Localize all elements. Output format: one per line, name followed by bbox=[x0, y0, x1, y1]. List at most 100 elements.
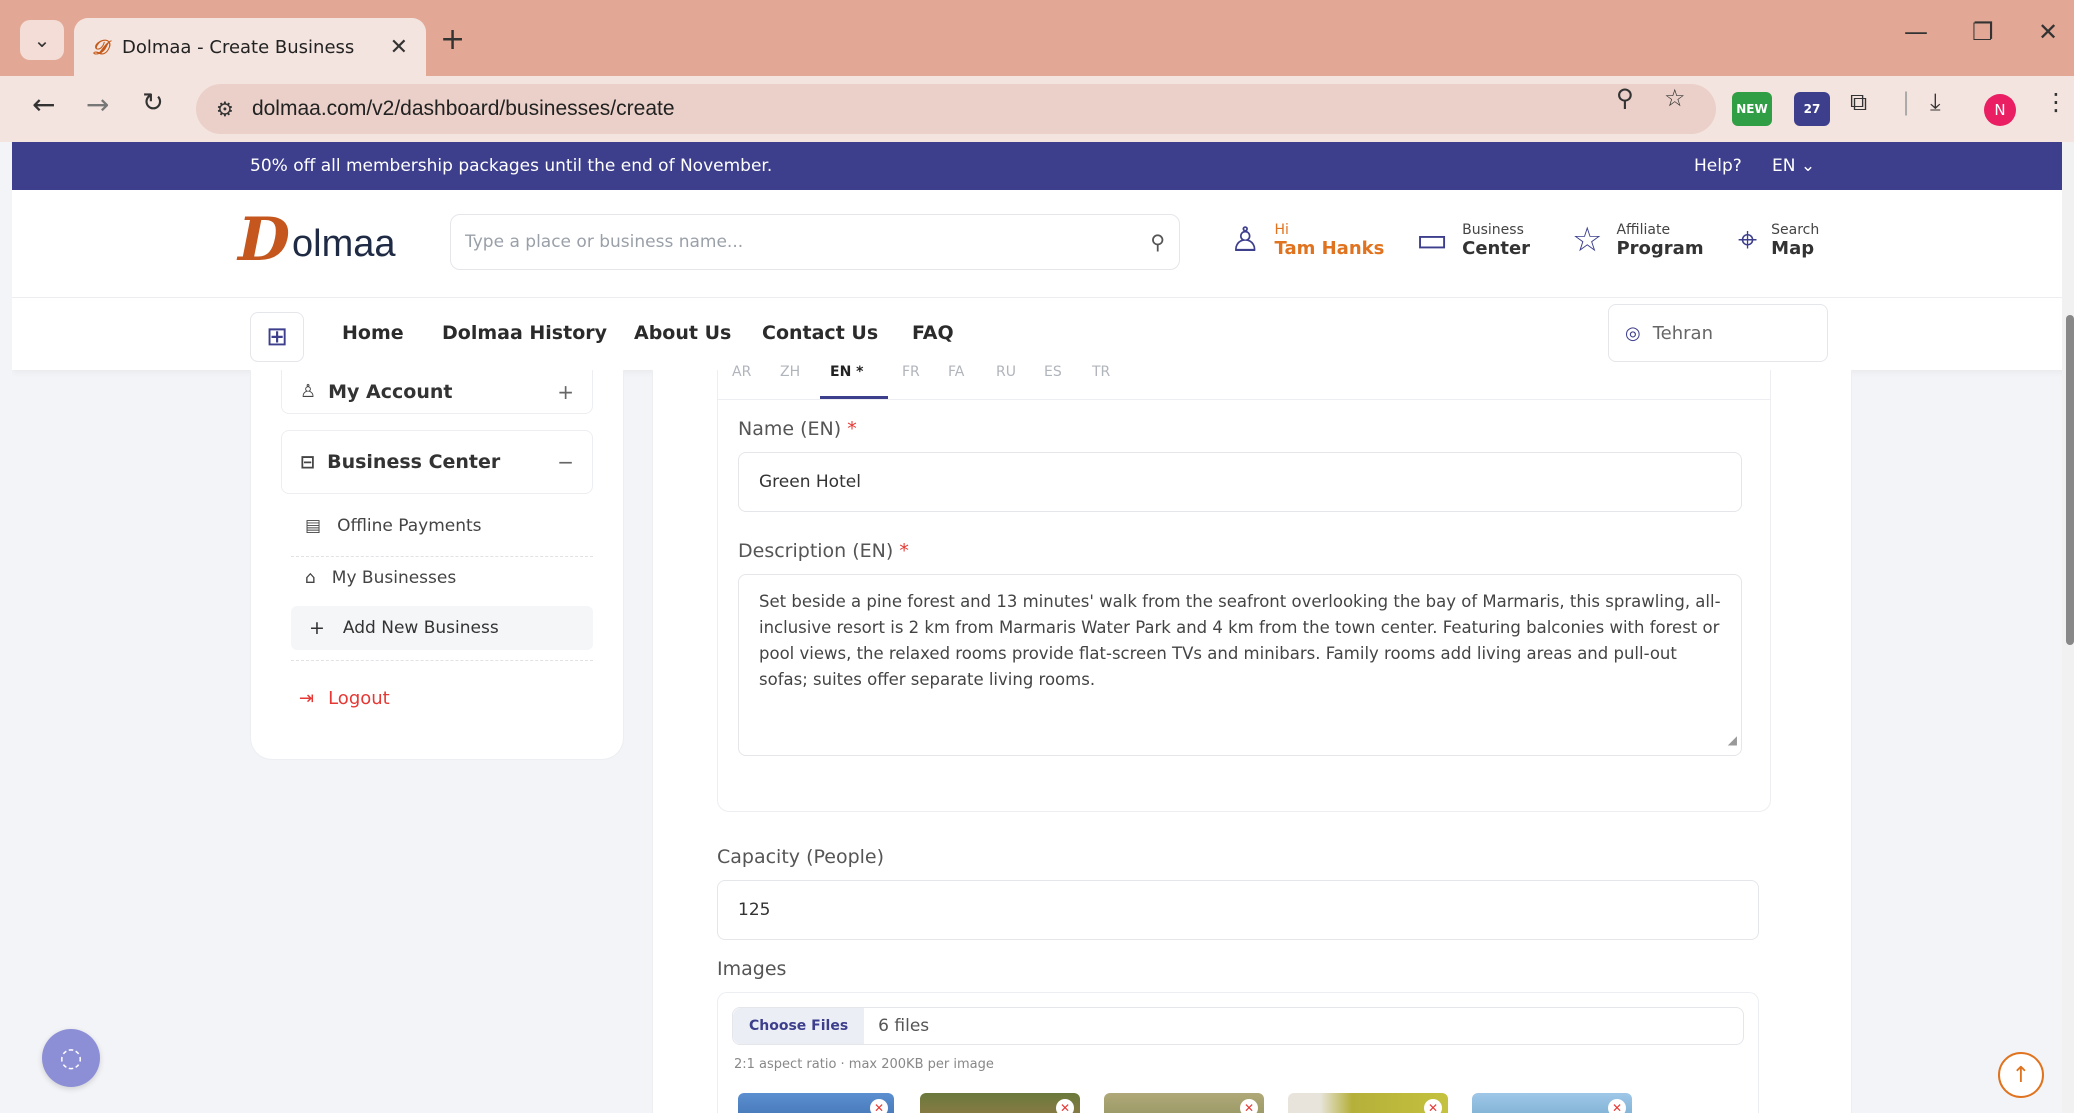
image-thumbnail[interactable]: ✕ bbox=[1472, 1093, 1632, 1113]
sidebar-business-center[interactable]: ⊟ Business Center − bbox=[281, 430, 593, 494]
images-hint: 2:1 aspect ratio · max 200KB per image bbox=[734, 1057, 994, 1072]
description-field[interactable]: Set beside a pine forest and 13 minutes'… bbox=[738, 574, 1742, 756]
restore-window-icon[interactable]: ❐ bbox=[1972, 18, 1994, 46]
name-field[interactable]: Green Hotel bbox=[738, 452, 1742, 512]
remove-image-icon[interactable]: ✕ bbox=[1608, 1099, 1626, 1113]
file-input[interactable]: Choose Files 6 files bbox=[732, 1007, 1744, 1045]
main-navbar: ⊞ Home Dolmaa History About Us Contact U… bbox=[12, 298, 2066, 370]
remove-image-icon[interactable]: ✕ bbox=[1240, 1099, 1258, 1113]
calendar-extension-icon[interactable]: 27 bbox=[1794, 92, 1830, 126]
sidebar-my-account[interactable]: ♙ My Account + bbox=[281, 370, 593, 414]
logout-icon: ⇥ bbox=[299, 688, 315, 709]
reload-icon[interactable]: ↻ bbox=[142, 88, 164, 118]
site-header: D olmaa ⚲ ♙ Hi Tam Hanks ▭ Business Cent… bbox=[12, 190, 2066, 298]
sidebar-item-offline-payments[interactable]: ▤ Offline Payments bbox=[305, 516, 482, 536]
map-pin-icon: ⌖ bbox=[1738, 220, 1758, 260]
bookmark-star-icon[interactable]: ☆ bbox=[1664, 84, 1686, 112]
url-text: dolmaa.com/v2/dashboard/businesses/creat… bbox=[251, 97, 675, 120]
affiliate-program-link[interactable]: ☆ Affiliate Program bbox=[1572, 220, 1704, 260]
scroll-to-top-button[interactable]: ↑ bbox=[1998, 1052, 2044, 1098]
nav-about-us[interactable]: About Us bbox=[634, 322, 731, 344]
download-icon[interactable]: ⤓ bbox=[1930, 88, 1941, 116]
new-tab-button[interactable]: + bbox=[440, 22, 465, 57]
remove-image-icon[interactable]: ✕ bbox=[1424, 1099, 1442, 1113]
images-label: Images bbox=[717, 958, 787, 980]
remove-image-icon[interactable]: ✕ bbox=[1056, 1099, 1074, 1113]
divider bbox=[291, 556, 593, 557]
tab-zh[interactable]: ZH bbox=[780, 364, 800, 380]
location-text: Tehran bbox=[1652, 322, 1713, 344]
sidebar-item-my-businesses[interactable]: ⌂ My Businesses bbox=[305, 568, 456, 588]
zoom-icon[interactable]: ⚲ bbox=[1616, 84, 1634, 112]
user-icon: ♙ bbox=[300, 381, 317, 402]
remove-image-icon[interactable]: ✕ bbox=[870, 1099, 888, 1113]
scrollbar-thumb[interactable] bbox=[2066, 315, 2074, 645]
tab-es[interactable]: ES bbox=[1044, 364, 1062, 380]
nav-contact-us[interactable]: Contact Us bbox=[762, 322, 878, 344]
browser-tabstrip: ⌄ 𝒟 Dolmaa - Create Business ✕ + — ❐ ✕ bbox=[0, 0, 2074, 76]
plus-icon: + bbox=[309, 617, 325, 639]
expand-icon[interactable]: + bbox=[557, 380, 574, 404]
extensions-puzzle-icon[interactable]: ⧉ bbox=[1850, 88, 1867, 116]
categories-grid-icon[interactable]: ⊞ bbox=[250, 312, 304, 362]
nav-faq[interactable]: FAQ bbox=[912, 322, 954, 344]
collapse-icon[interactable]: − bbox=[557, 450, 574, 474]
search-input[interactable] bbox=[465, 232, 1151, 252]
image-thumbnail[interactable]: ✕ bbox=[920, 1093, 1080, 1113]
tab-ru[interactable]: RU bbox=[996, 364, 1016, 380]
nav-dolmaa-history[interactable]: Dolmaa History bbox=[442, 322, 607, 344]
new-extension-icon[interactable]: NEW bbox=[1732, 92, 1772, 126]
tab-title: Dolmaa - Create Business bbox=[121, 36, 355, 58]
search-icon[interactable]: ⚲ bbox=[1150, 230, 1165, 254]
language-selector[interactable]: EN ⌄ bbox=[1772, 156, 1815, 176]
images-uploader: Choose Files 6 files 2:1 aspect ratio · … bbox=[717, 992, 1759, 1113]
chat-button[interactable]: ◌ bbox=[42, 1029, 100, 1087]
location-selector[interactable]: ◎ Tehran bbox=[1608, 304, 1828, 362]
image-thumbnail[interactable]: ✕ bbox=[738, 1093, 894, 1113]
address-bar[interactable]: ⚙ dolmaa.com/v2/dashboard/businesses/cre… bbox=[196, 84, 1716, 134]
logout-link[interactable]: ⇥ Logout bbox=[299, 688, 390, 709]
briefcase-icon: ▭ bbox=[1416, 220, 1449, 260]
browser-toolbar: ← → ↻ ⚙ dolmaa.com/v2/dashboard/business… bbox=[0, 76, 2074, 142]
nav-home[interactable]: Home bbox=[342, 322, 404, 344]
profile-avatar[interactable]: N bbox=[1984, 94, 2016, 126]
tab-fa[interactable]: FA bbox=[948, 364, 964, 380]
sidebar-item-add-new-business[interactable]: + Add New Business bbox=[291, 606, 593, 650]
tab-en[interactable]: EN * bbox=[830, 364, 863, 380]
business-center-link[interactable]: ▭ Business Center bbox=[1416, 220, 1530, 260]
name-label: Name (EN) * bbox=[738, 418, 857, 440]
user-name: Tam Hanks bbox=[1274, 237, 1385, 259]
tab-tr[interactable]: TR bbox=[1092, 364, 1110, 380]
forward-arrow-icon[interactable]: → bbox=[86, 88, 109, 121]
search-map-link[interactable]: ⌖ Search Map bbox=[1738, 220, 1819, 260]
capacity-field[interactable]: 125 bbox=[717, 880, 1759, 940]
choose-files-button[interactable]: Choose Files bbox=[733, 1008, 865, 1044]
tab-fr[interactable]: FR bbox=[902, 364, 920, 380]
back-arrow-icon[interactable]: ← bbox=[32, 88, 55, 121]
chevron-down-icon: ⌄ bbox=[33, 28, 51, 52]
tab-close-icon[interactable]: ✕ bbox=[390, 35, 408, 60]
resize-handle-icon[interactable]: ◢ bbox=[1728, 727, 1737, 753]
user-icon: ♙ bbox=[1230, 220, 1261, 260]
site-info-icon[interactable]: ⚙ bbox=[216, 97, 234, 121]
star-icon: ☆ bbox=[1572, 220, 1603, 260]
site-search: ⚲ bbox=[450, 214, 1180, 270]
dolmaa-logo[interactable]: D olmaa bbox=[238, 210, 396, 270]
help-link[interactable]: Help? bbox=[1694, 156, 1742, 176]
close-window-icon[interactable]: ✕ bbox=[2038, 18, 2058, 46]
tab-ar[interactable]: AR bbox=[732, 364, 751, 380]
location-pin-icon: ◎ bbox=[1625, 322, 1641, 344]
active-tab-indicator bbox=[820, 396, 888, 399]
tab-search-button[interactable]: ⌄ bbox=[20, 20, 64, 60]
minimize-window-icon[interactable]: — bbox=[1904, 18, 1928, 46]
image-thumbnail[interactable]: ✕ bbox=[1288, 1093, 1448, 1113]
translations-card: AR ZH EN * FR FA RU ES TR Name (EN) * Gr… bbox=[717, 364, 1771, 812]
user-account-link[interactable]: ♙ Hi Tam Hanks bbox=[1230, 220, 1384, 260]
dashboard-sidebar: ♙ My Account + ⊟ Business Center − ▤ Off… bbox=[250, 370, 624, 760]
language-tabs: AR ZH EN * FR FA RU ES TR bbox=[718, 364, 1770, 400]
browser-tab-active[interactable]: 𝒟 Dolmaa - Create Business ✕ bbox=[74, 18, 426, 76]
browser-menu-icon[interactable]: ⋮ bbox=[2044, 88, 2068, 116]
image-thumbnail[interactable]: ✕ bbox=[1104, 1093, 1264, 1113]
building-icon: ⌂ bbox=[305, 568, 316, 588]
promo-message: 50% off all membership packages until th… bbox=[250, 156, 773, 176]
